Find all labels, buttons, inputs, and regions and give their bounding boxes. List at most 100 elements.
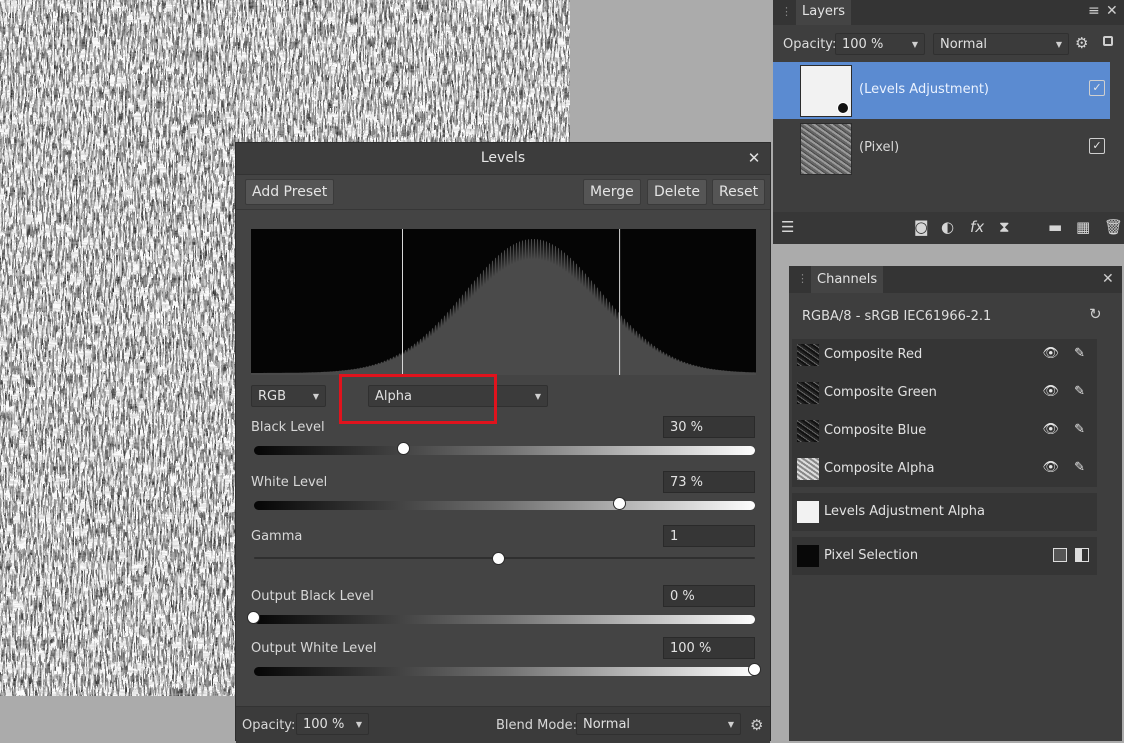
eye-icon[interactable]: 👁 — [1042, 460, 1067, 475]
gamma-slider-handle[interactable] — [492, 552, 506, 565]
output-white-level-label: Output White Level — [251, 641, 377, 656]
eye-icon[interactable]: 👁 — [1042, 384, 1067, 399]
channel-name: Composite Red — [824, 347, 923, 362]
eye-icon[interactable]: 👁 — [1042, 422, 1067, 437]
dialog-footer: Opacity: 100 % ▼ Blend Mode: Normal ▼ ⚙ — [236, 706, 770, 743]
pencil-icon[interactable]: ✎ — [1074, 460, 1093, 475]
channel-name: Pixel Selection — [824, 548, 919, 563]
reset-button[interactable]: Reset — [712, 179, 766, 205]
pencil-icon[interactable]: ✎ — [1074, 346, 1093, 361]
eye-icon[interactable]: 👁 — [1042, 346, 1067, 361]
adjustment-icon[interactable]: ◐ — [941, 218, 954, 236]
tab-layers[interactable]: Layers — [796, 0, 852, 25]
channel-levels-alpha[interactable]: Levels Adjustment Alpha — [792, 493, 1097, 531]
color-format-info: RGBA/8 - sRGB IEC61966-2.1 — [802, 309, 992, 324]
channel-row[interactable]: Composite Red 👁 ✎ — [792, 336, 1097, 374]
layer-row-pixel[interactable]: (Pixel) ✓ — [773, 120, 1110, 177]
divider — [236, 209, 770, 210]
gear-icon[interactable]: ⚙ — [750, 716, 763, 734]
channel-thumbnail — [797, 545, 819, 567]
opacity-label: Opacity: — [783, 37, 837, 52]
close-icon[interactable]: ✕ — [744, 143, 764, 174]
channel-row[interactable]: Composite Blue 👁 ✎ — [792, 412, 1097, 450]
channel-thumbnail — [797, 344, 819, 366]
white-level-slider-track[interactable] — [254, 501, 755, 510]
hamburger-icon[interactable]: ≡ — [1088, 3, 1100, 19]
chevron-down-icon: ▼ — [355, 720, 362, 729]
layers-panel: ⋮ Layers ≡ ✕ Opacity: 100 % ▼ Normal ▼ ⚙… — [773, 0, 1124, 244]
color-space-select[interactable]: RGB ▼ — [251, 385, 326, 407]
layers-tab-strip: ⋮ Layers ≡ ✕ — [773, 0, 1124, 25]
channel-name: Composite Green — [824, 385, 937, 400]
close-icon[interactable]: ✕ — [1106, 3, 1118, 19]
blend-mode-label: Blend Mode: — [496, 718, 577, 733]
output-white-level-slider-track[interactable] — [254, 667, 755, 676]
mask-icon[interactable] — [1053, 548, 1067, 562]
adjustment-icon — [837, 102, 849, 114]
chevron-down-icon: ▼ — [1055, 40, 1062, 49]
channel-thumbnail — [797, 458, 819, 480]
channel-name: Levels Adjustment Alpha — [824, 504, 985, 519]
levels-thumbnail — [800, 65, 852, 117]
chevron-down-icon: ▼ — [534, 392, 541, 401]
black-level-value-field[interactable]: 30 % — [663, 416, 755, 438]
grip-icon[interactable]: ⋮ — [781, 5, 792, 18]
delete-button[interactable]: Delete — [647, 179, 707, 205]
output-black-level-slider-handle[interactable] — [247, 611, 260, 624]
output-white-level-slider-handle[interactable] — [748, 663, 761, 676]
gamma-value-field[interactable]: 1 — [663, 525, 755, 547]
white-level-value-field[interactable]: 73 % — [663, 471, 755, 493]
folder-icon[interactable]: ▬ — [1048, 218, 1062, 236]
layer-name: (Levels Adjustment) — [859, 82, 989, 97]
grip-icon[interactable]: ⋮ — [797, 272, 808, 285]
levels-dialog: Levels ✕ Add Preset Merge Delete Reset R… — [235, 142, 771, 743]
channel-row[interactable]: Composite Green 👁 ✎ — [792, 374, 1097, 412]
lock-icon[interactable] — [1103, 36, 1113, 46]
output-black-level-slider-track[interactable] — [254, 615, 755, 624]
dialog-title: Levels — [480, 150, 526, 166]
pixel-thumbnail — [800, 123, 852, 175]
gamma-label: Gamma — [251, 529, 303, 544]
black-level-slider-track[interactable] — [254, 446, 755, 455]
output-black-level-label: Output Black Level — [251, 589, 374, 604]
layer-row-levels[interactable]: (Levels Adjustment) ✓ — [773, 62, 1110, 119]
dialog-titlebar[interactable]: Levels ✕ — [236, 143, 770, 175]
opacity-value: 100 % — [303, 717, 345, 732]
merge-button[interactable]: Merge — [583, 179, 641, 205]
layer-opacity-select[interactable]: 100 % ▼ — [835, 33, 925, 55]
visibility-checkbox[interactable]: ✓ — [1089, 138, 1105, 154]
chevron-down-icon: ▼ — [911, 40, 918, 49]
layers-toolbar: ☰ ◙ ◐ fx ⧗ ▬ ▦ 🗑 — [773, 212, 1124, 244]
opacity-select[interactable]: 100 % ▼ — [296, 713, 369, 735]
visibility-checkbox[interactable]: ✓ — [1089, 80, 1105, 96]
output-white-level-value-field[interactable]: 100 % — [663, 637, 755, 659]
gear-icon[interactable]: ⚙ — [1075, 34, 1088, 52]
invert-icon[interactable] — [1075, 548, 1089, 562]
mask-icon[interactable]: ◙ — [914, 218, 929, 236]
tab-channels[interactable]: Channels — [811, 266, 884, 293]
trash-icon[interactable]: 🗑 — [1104, 218, 1123, 236]
channels-tab-strip: ⋮ Channels ✕ — [789, 266, 1122, 293]
blend-mode-select[interactable]: Normal ▼ — [576, 713, 741, 735]
composite-channels: Composite Red 👁 ✎ Composite Green 👁 ✎ Composit… — [792, 339, 1097, 487]
add-preset-button[interactable]: Add Preset — [245, 179, 335, 205]
channel-pixel-selection[interactable]: Pixel Selection — [792, 537, 1097, 575]
pencil-icon[interactable]: ✎ — [1074, 384, 1093, 399]
fx-icon[interactable]: fx — [970, 218, 984, 236]
channel-thumbnail — [797, 382, 819, 404]
color-space-value: RGB — [258, 389, 287, 404]
refresh-icon[interactable]: ↻ — [1089, 305, 1102, 323]
close-icon[interactable]: ✕ — [1102, 271, 1114, 287]
layers-stack-icon[interactable]: ☰ — [781, 218, 794, 236]
output-black-level-value-field[interactable]: 0 % — [663, 585, 755, 607]
layer-blend-select[interactable]: Normal ▼ — [933, 33, 1069, 55]
highlight-annotation — [339, 374, 497, 424]
pencil-icon[interactable]: ✎ — [1074, 422, 1093, 437]
channel-name: Composite Alpha — [824, 461, 935, 476]
black-level-slider-handle[interactable] — [397, 442, 411, 455]
layer-opacity-value: 100 % — [842, 37, 884, 52]
pixel-layer-icon[interactable]: ▦ — [1076, 218, 1090, 236]
white-level-slider-handle[interactable] — [612, 497, 626, 510]
channel-row[interactable]: Composite Alpha 👁 ✎ — [792, 450, 1097, 488]
hourglass-icon[interactable]: ⧗ — [999, 218, 1010, 236]
